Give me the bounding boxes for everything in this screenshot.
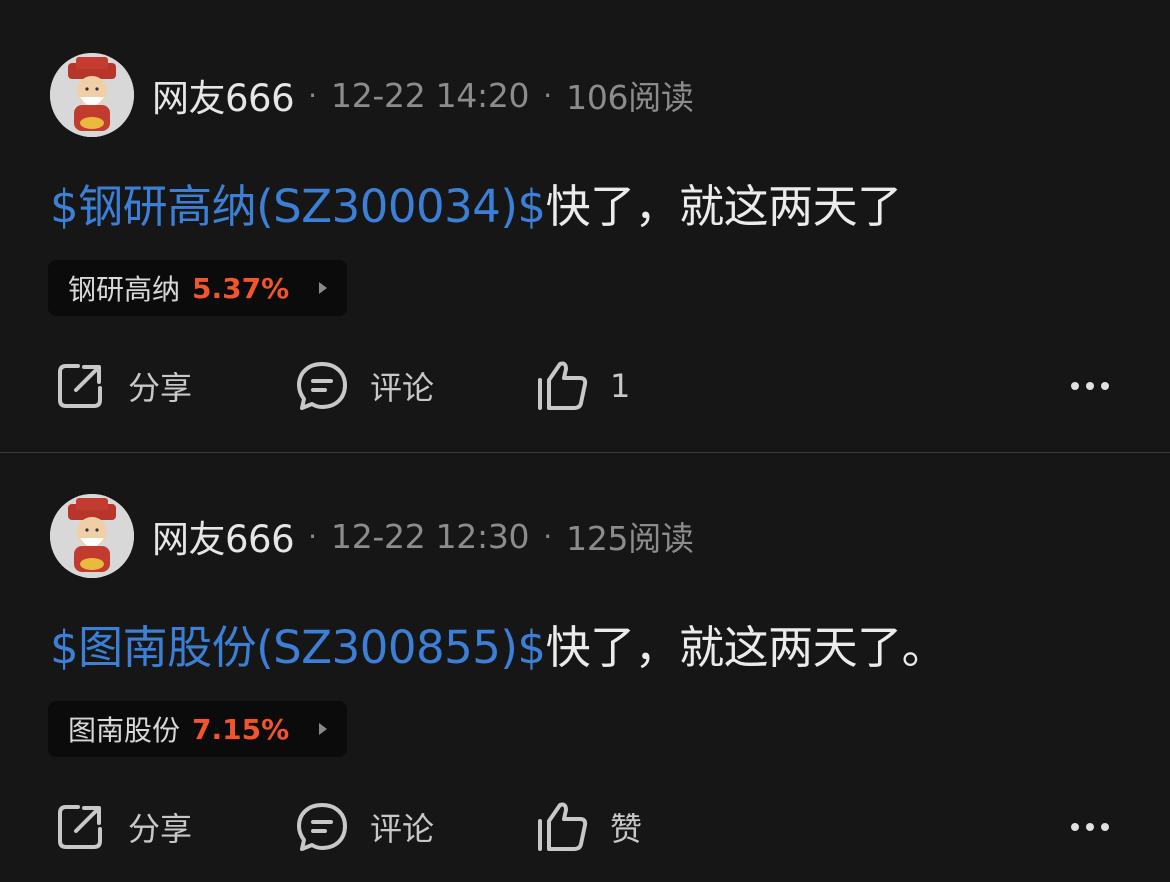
stock-ticker-chip[interactable]: 钢研高纳 5.37% (48, 260, 348, 316)
stock-ticker-chip[interactable]: 图南股份 7.15% (48, 701, 348, 757)
comment-icon (297, 803, 347, 851)
avatar-image (50, 53, 134, 137)
post-time: 12-22 14:20 (331, 75, 530, 115)
ticker-name: 图南股份 (68, 714, 181, 747)
stock-mention-link[interactable]: $钢研高纳(SZ300034)$ (50, 180, 546, 233)
separator-dot: · (308, 519, 318, 553)
like-icon (538, 361, 588, 410)
username[interactable]: 网友666 (152, 509, 295, 563)
post-text: 快了，就这两天了。 (545, 621, 947, 674)
share-label: 分享 (128, 810, 193, 848)
like-button[interactable]: 1 (534, 355, 630, 417)
more-icon (1071, 382, 1109, 390)
avatar-image (50, 494, 134, 578)
share-label: 分享 (128, 369, 193, 407)
stock-mention-link[interactable]: $图南股份(SZ300855)$ (50, 621, 546, 674)
chevron-right-icon (319, 282, 328, 294)
read-count: 106阅读 (566, 78, 694, 117)
more-icon (1071, 823, 1109, 831)
username[interactable]: 网友666 (152, 68, 295, 122)
post-time: 12-22 12:30 (331, 516, 530, 556)
ticker-change: 7.15% (192, 712, 290, 746)
comment-button[interactable]: 评论 (294, 355, 434, 417)
like-count: 1 (610, 367, 631, 405)
post-content[interactable]: $图南股份(SZ300855)$快了，就这两天了。 (50, 611, 947, 676)
more-button[interactable] (1066, 355, 1114, 417)
action-bar: 分享 评论 1 (52, 355, 1122, 417)
like-icon (538, 802, 588, 851)
post-card[interactable]: 网友666 · 12-22 14:20 · 106阅读 $钢研高纳(SZ3000… (0, 0, 1170, 452)
comment-label: 评论 (370, 810, 435, 848)
action-bar: 分享 评论 赞 (52, 796, 1122, 858)
post-header: 网友666 · 12-22 12:30 · 125阅读 (50, 494, 694, 578)
comment-button[interactable]: 评论 (294, 796, 434, 858)
separator-dot: · (543, 519, 553, 553)
separator-dot: · (308, 78, 318, 112)
ticker-name: 钢研高纳 (68, 273, 181, 306)
post-header: 网友666 · 12-22 14:20 · 106阅读 (50, 53, 694, 137)
like-label: 赞 (610, 810, 643, 848)
share-button[interactable]: 分享 (52, 355, 192, 417)
read-count: 125阅读 (566, 519, 694, 558)
like-button[interactable]: 赞 (534, 796, 642, 858)
comment-label: 评论 (370, 369, 435, 407)
share-icon (58, 805, 102, 849)
post-text: 快了，就这两天了 (545, 180, 903, 233)
chevron-right-icon (319, 723, 328, 735)
share-icon (58, 364, 102, 408)
ticker-change: 5.37% (192, 271, 290, 305)
post-feed: 网友666 · 12-22 14:20 · 106阅读 $钢研高纳(SZ3000… (0, 0, 1170, 882)
more-button[interactable] (1066, 796, 1114, 858)
post-content[interactable]: $钢研高纳(SZ300034)$快了，就这两天了 (50, 170, 902, 235)
avatar[interactable] (50, 53, 134, 137)
separator-dot: · (543, 78, 553, 112)
comment-icon (297, 362, 347, 410)
avatar[interactable] (50, 494, 134, 578)
share-button[interactable]: 分享 (52, 796, 192, 858)
post-card[interactable]: 网友666 · 12-22 12:30 · 125阅读 $图南股份(SZ3008… (0, 453, 1170, 882)
